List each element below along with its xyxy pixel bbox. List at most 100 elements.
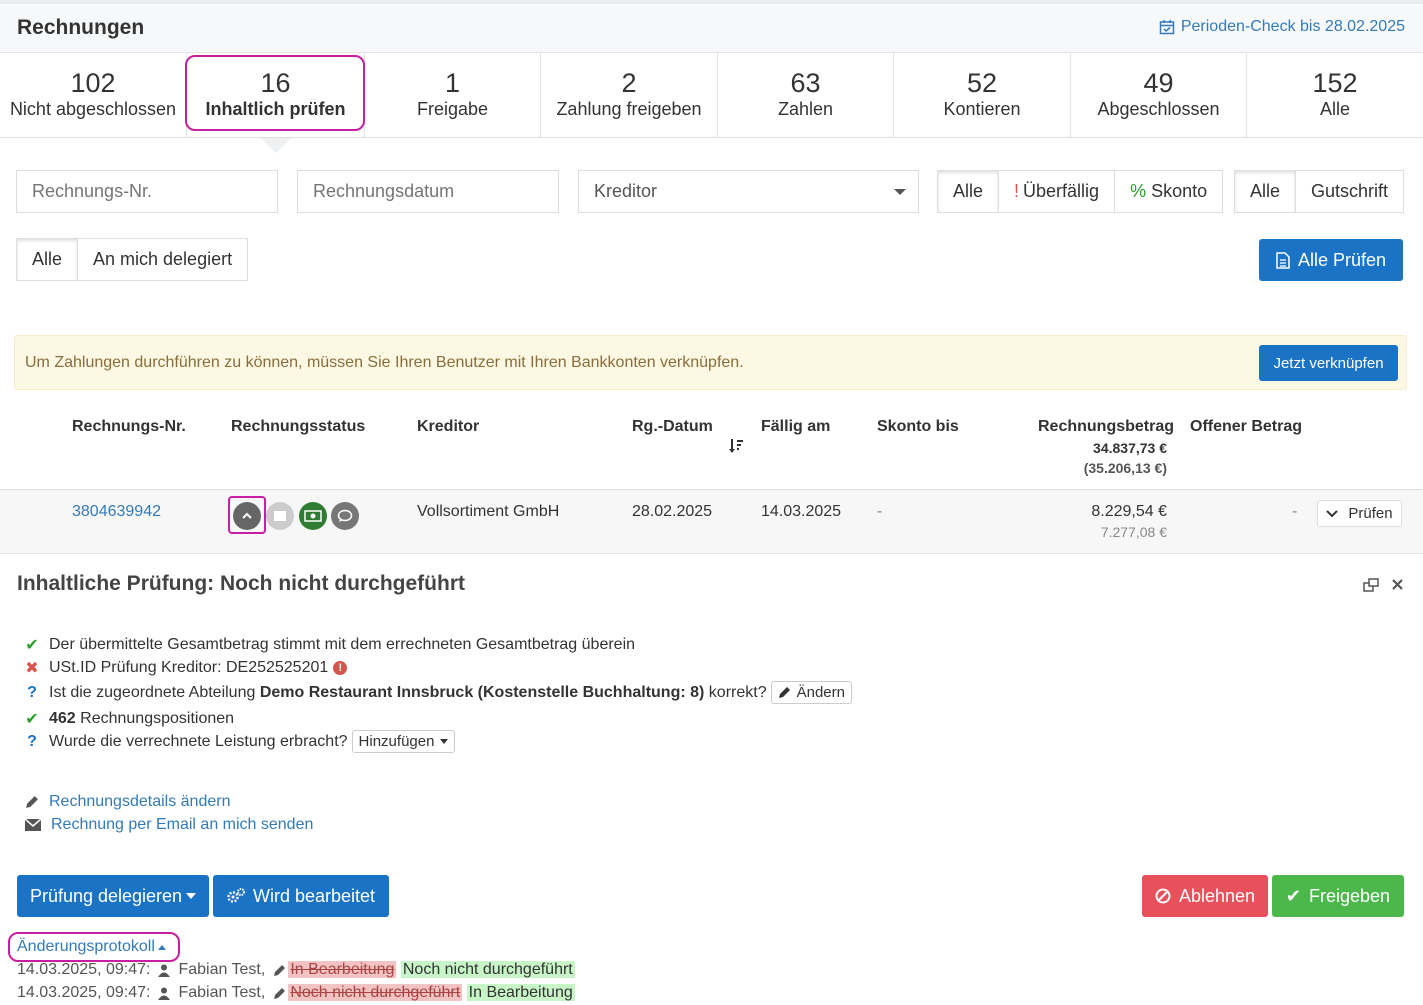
add-dropdown-button[interactable]: Hinzufügen <box>351 730 456 753</box>
tab-zahlen[interactable]: 63 Zahlen <box>718 53 894 137</box>
error-icon[interactable]: ! <box>333 661 348 675</box>
invoice-no-input[interactable] <box>16 170 278 213</box>
status-filter-group: Alle ! Überfällig % Skonto <box>937 170 1224 213</box>
change-log-toggle[interactable]: Änderungsprotokoll <box>17 938 166 956</box>
tab-count: 152 <box>1312 68 1358 98</box>
date-cell: 28.02.2025 <box>632 503 713 520</box>
filter-overdue-label: Überfällig <box>1023 181 1100 201</box>
delegate-review-button[interactable]: Prüfung delegieren <box>17 875 209 917</box>
log-time: 14.03.2025, 09:47: <box>17 961 151 978</box>
col-status[interactable]: Rechnungsstatus <box>231 418 365 436</box>
popout-icon[interactable] <box>1363 578 1379 592</box>
type-all[interactable]: Alle <box>1235 171 1297 212</box>
log-user: Fabian Test, <box>178 961 266 978</box>
check-item-service: ? Wurde die verrechnete Leistung erbrach… <box>25 730 456 753</box>
tab-count: 52 <box>966 68 998 98</box>
filter-overdue[interactable]: ! Überfällig <box>999 171 1116 212</box>
col-discount[interactable]: Skonto bis <box>877 418 959 436</box>
check-icon: ✔ <box>25 637 39 654</box>
positions-count: 462 <box>49 710 76 727</box>
reject-button[interactable]: Ablehnen <box>1142 875 1268 917</box>
table-row[interactable] <box>0 490 1423 554</box>
invoice-no-link[interactable]: 3804639942 <box>72 503 161 521</box>
page-header: Rechnungen Perioden-Check bis 28.02.2025 <box>0 0 1423 53</box>
col-invoice-no[interactable]: Rechnungs-Nr. <box>72 418 186 436</box>
tab-label: Abgeschlossen <box>1097 99 1220 119</box>
tab-label: Zahlung freigeben <box>556 99 702 119</box>
link-now-button[interactable]: Jetzt verknüpfen <box>1259 345 1398 381</box>
check-text: USt.ID Prüfung Kreditor: DE252525201 <box>49 659 329 676</box>
check-icon: ✔ <box>25 711 39 728</box>
check-item-vatid: ✖ USt.ID Prüfung Kreditor: DE252525201 ! <box>25 658 348 678</box>
check-text: Wurde die verrechnete Leistung erbracht? <box>49 732 348 750</box>
tab-nicht-abgeschlossen[interactable]: 102 Nicht abgeschlossen <box>0 53 187 137</box>
collapse-toggle-icon[interactable] <box>233 502 261 530</box>
delegate-label: Prüfung delegieren <box>29 885 183 906</box>
change-log-label: Änderungsprotokoll <box>17 938 155 955</box>
alert-text: Um Zahlungen durchführen zu können, müss… <box>25 354 744 371</box>
col-date[interactable]: Rg.-Datum <box>632 418 713 436</box>
close-icon[interactable] <box>1392 579 1403 590</box>
invoice-date-input[interactable] <box>297 170 559 213</box>
filter-all[interactable]: Alle <box>938 171 1000 212</box>
log-old-value: Noch nicht durchgeführt <box>288 984 463 1001</box>
tab-count: 63 <box>790 68 821 98</box>
check-text-post: korrekt? <box>708 683 767 701</box>
check-item-total: ✔ Der übermittelte Gesamtbetrag stimmt m… <box>25 635 635 655</box>
check-invoice-label: Prüfen <box>1348 505 1393 522</box>
tab-zahlung-freigeben[interactable]: 2 Zahlung freigeben <box>541 53 718 137</box>
comment-icon[interactable] <box>331 502 359 530</box>
check-text: Der übermittelte Gesamtbetrag stimmt mit… <box>49 636 636 653</box>
send-email-link[interactable]: Rechnung per Email an mich senden <box>25 816 313 834</box>
department-name: Demo Restaurant Innsbruck (Kostenstelle … <box>259 683 705 701</box>
col-amount[interactable]: Rechnungsbetrag <box>1038 418 1174 436</box>
tab-label: Nicht abgeschlossen <box>9 99 177 119</box>
amount-total-secondary: (35.206,13 €) <box>1083 460 1167 476</box>
tab-label: Kontieren <box>943 99 1021 119</box>
positions-label: Rechnungspositionen <box>80 710 235 727</box>
type-credit-note[interactable]: Gutschrift <box>1296 171 1403 212</box>
col-due[interactable]: Fällig am <box>761 418 830 436</box>
amount-cell: 8.229,54 € <box>1091 503 1167 520</box>
pencil-icon <box>274 964 286 976</box>
approve-button[interactable]: ✔ Freigeben <box>1272 875 1404 917</box>
tab-kontieren[interactable]: 52 Kontieren <box>894 53 1071 137</box>
log-new-value: In Bearbeitung <box>466 984 575 1001</box>
change-label: Ändern <box>796 684 845 701</box>
col-open-amount[interactable]: Offener Betrag <box>1190 418 1302 436</box>
check-icon: ✔ <box>1285 885 1302 906</box>
delegation-all[interactable]: Alle <box>17 239 79 280</box>
edit-details-link[interactable]: Rechnungsdetails ändern <box>25 793 230 811</box>
cross-icon: ✖ <box>25 660 39 677</box>
tab-alle[interactable]: 152 Alle <box>1247 53 1423 137</box>
sort-desc-icon[interactable] <box>728 438 744 454</box>
tab-inhaltlich-pruefen[interactable]: 16 Inhaltlich prüfen <box>187 53 365 153</box>
caret-down-icon <box>440 739 449 744</box>
change-department-button[interactable]: Ändern <box>770 681 852 704</box>
log-user: Fabian Test, <box>178 984 266 1001</box>
creditor-cell: Vollsortiment GmbH <box>417 503 560 520</box>
filter-discount[interactable]: % Skonto <box>1115 171 1222 212</box>
check-text: 462 Rechnungspositionen <box>49 710 234 728</box>
percent-icon: % <box>1130 181 1147 201</box>
user-icon <box>158 964 171 977</box>
log-old-value: In Bearbeitung <box>288 961 397 978</box>
envelope-icon <box>25 819 41 831</box>
period-check-link[interactable]: Perioden-Check bis 28.02.2025 <box>1159 18 1405 36</box>
check-invoice-button[interactable]: Prüfen <box>1317 500 1402 527</box>
exclamation-icon: ! <box>1014 181 1020 201</box>
creditor-select[interactable]: Kreditor <box>578 170 919 213</box>
caret-down-icon <box>894 189 906 195</box>
chevron-down-icon <box>1326 509 1339 517</box>
check-all-button[interactable]: Alle Prüfen <box>1259 239 1403 281</box>
tab-freigabe[interactable]: 1 Freigabe <box>365 53 541 137</box>
receipt-icon <box>266 502 294 530</box>
period-check-label: Perioden-Check bis 28.02.2025 <box>1180 18 1405 35</box>
tab-abgeschlossen[interactable]: 49 Abgeschlossen <box>1071 53 1247 137</box>
caret-down-icon <box>186 893 197 899</box>
processing-button[interactable]: Wird bearbeitet <box>213 875 389 917</box>
tab-count: 16 <box>260 68 291 98</box>
delegation-to-me[interactable]: An mich delegiert <box>78 239 247 280</box>
status-tabs: 102 Nicht abgeschlossen 16 Inhaltlich pr… <box>0 53 1423 153</box>
col-creditor[interactable]: Kreditor <box>417 418 479 436</box>
